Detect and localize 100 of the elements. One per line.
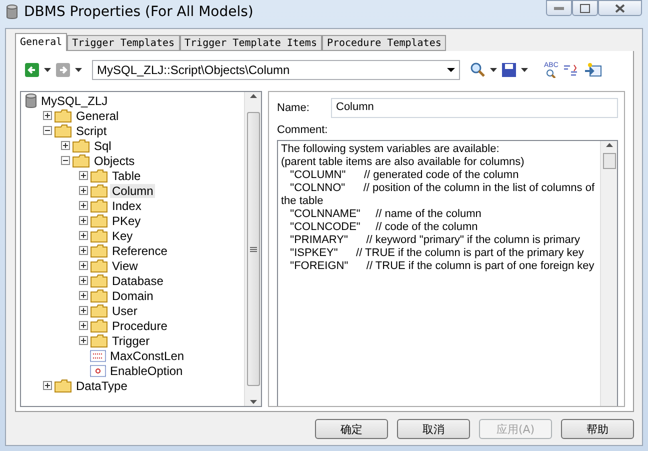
folder-icon <box>54 124 72 138</box>
folder-icon <box>90 334 108 348</box>
folder-icon <box>90 184 108 198</box>
dialog-button[interactable]: 取消 <box>397 419 470 439</box>
folder-icon <box>90 244 108 258</box>
tree-item[interactable]: Trigger <box>110 334 152 348</box>
folder-icon <box>90 288 108 302</box>
scroll-up-icon[interactable] <box>250 94 256 98</box>
comment-line: "COLNNO" // position of the column in the list of columns of the table <box>281 182 596 208</box>
comment-line: "FOREIGN" // TRUE if the column is part of one foreign key <box>289 260 596 273</box>
expand-icon[interactable] <box>79 336 88 345</box>
close-icon <box>615 4 625 12</box>
app-icon <box>6 4 18 20</box>
database-icon <box>25 92 37 108</box>
dropdown-arrow-icon <box>447 68 455 72</box>
tree-item[interactable]: Domain <box>110 288 156 302</box>
comment-field[interactable] <box>277 140 618 406</box>
tree-item[interactable]: MaxConstLen <box>108 348 186 362</box>
folder-icon <box>90 168 108 182</box>
tree-item[interactable]: Table <box>110 168 143 182</box>
tab[interactable]: Trigger Template Items <box>180 35 322 51</box>
expand-icon[interactable] <box>79 216 88 225</box>
expand-icon[interactable] <box>79 171 88 180</box>
comment-label: Comment: <box>277 124 329 136</box>
tab[interactable]: Procedure Templates <box>322 35 446 51</box>
folder-icon <box>54 108 72 122</box>
tree-item[interactable]: Key <box>110 228 135 242</box>
tree-item[interactable]: Column <box>110 184 156 198</box>
comment-line: (parent table items are also available for columns) <box>281 156 526 169</box>
expand-icon[interactable] <box>79 231 88 240</box>
minimize-button[interactable] <box>546 0 572 16</box>
tab[interactable]: Trigger Templates <box>67 35 180 51</box>
scroll-up-icon[interactable] <box>606 143 612 147</box>
dialog-button[interactable]: 帮助 <box>561 419 634 439</box>
search-icon[interactable] <box>470 62 486 78</box>
caret-icon[interactable] <box>521 68 528 72</box>
value-icon <box>90 364 106 376</box>
close-button[interactable] <box>598 0 642 16</box>
folder-icon <box>90 318 108 332</box>
folder-icon <box>72 154 90 168</box>
scrollbar[interactable] <box>600 141 617 406</box>
tree-item[interactable]: User <box>110 304 140 318</box>
expand-icon[interactable] <box>79 276 88 285</box>
expand-icon[interactable] <box>79 261 88 270</box>
expand-icon[interactable] <box>79 246 88 255</box>
expand-icon[interactable] <box>43 111 52 120</box>
grip-icon <box>250 246 256 252</box>
caret-icon[interactable] <box>490 68 497 72</box>
folder-icon <box>90 198 108 212</box>
expand-icon[interactable] <box>79 291 88 300</box>
back-icon[interactable] <box>24 62 40 78</box>
folder-icon <box>54 378 72 392</box>
expand-icon[interactable] <box>79 306 88 315</box>
tree-item[interactable]: PKey <box>110 214 143 228</box>
caret-icon[interactable] <box>75 68 82 72</box>
tree-item[interactable]: Reference <box>110 244 170 258</box>
tree-item[interactable]: General <box>74 108 121 122</box>
scroll-down-icon[interactable] <box>250 400 256 404</box>
tree-item[interactable]: MySQL_ZLJ <box>39 94 110 108</box>
name-field[interactable]: Column <box>331 98 618 118</box>
tree-item[interactable]: DataType <box>74 378 130 392</box>
comment-line: "COLUMN" // generated code of the column <box>289 169 520 182</box>
scrollbar[interactable] <box>244 92 261 406</box>
minimize-icon <box>554 6 564 10</box>
name-label: Name: <box>277 102 310 114</box>
folder-icon <box>90 214 108 228</box>
collapse-icon[interactable] <box>61 156 70 165</box>
value-icon <box>90 350 106 362</box>
caret-icon[interactable] <box>44 68 51 72</box>
path-dropdown[interactable]: MySQL_ZLJ::Script\Objects\Column <box>92 60 460 80</box>
scroll-thumb[interactable] <box>602 153 616 169</box>
comment-line: The following system variables are available: <box>281 143 500 156</box>
comment-line: "ISPKEY" // TRUE if the column is part of the primary key <box>289 247 585 260</box>
tree-item[interactable]: Sql <box>92 138 114 152</box>
tab[interactable]: General <box>15 33 68 51</box>
expand-icon[interactable] <box>79 201 88 210</box>
tree-item[interactable]: Index <box>110 198 144 212</box>
comment-line: "PRIMARY" // keyword "primary" if the column is primary <box>289 234 582 247</box>
maximize-button[interactable] <box>572 0 598 16</box>
folder-icon <box>72 138 90 152</box>
dialog-button[interactable]: 确定 <box>315 419 388 439</box>
comment-line: "COLNCODE" // code of the column <box>289 221 479 234</box>
folder-icon <box>90 258 108 272</box>
save-icon[interactable] <box>501 62 517 78</box>
tree-item[interactable]: Objects <box>92 154 137 168</box>
tree-item[interactable]: Script <box>74 124 109 138</box>
maximize-icon <box>580 4 590 12</box>
tree-item[interactable]: EnableOption <box>108 364 185 378</box>
expand-icon[interactable] <box>43 381 52 390</box>
expand-icon[interactable] <box>61 141 70 150</box>
expand-icon[interactable] <box>79 321 88 330</box>
tree-item[interactable]: Database <box>110 274 166 288</box>
folder-icon <box>90 304 108 318</box>
collapse-icon[interactable] <box>43 126 52 135</box>
tree-item[interactable]: View <box>110 258 140 272</box>
scroll-thumb[interactable] <box>246 112 260 386</box>
tree-item[interactable]: Procedure <box>110 318 170 332</box>
import-icon[interactable] <box>584 62 602 78</box>
folder-icon <box>90 274 108 288</box>
expand-icon[interactable] <box>79 186 88 195</box>
